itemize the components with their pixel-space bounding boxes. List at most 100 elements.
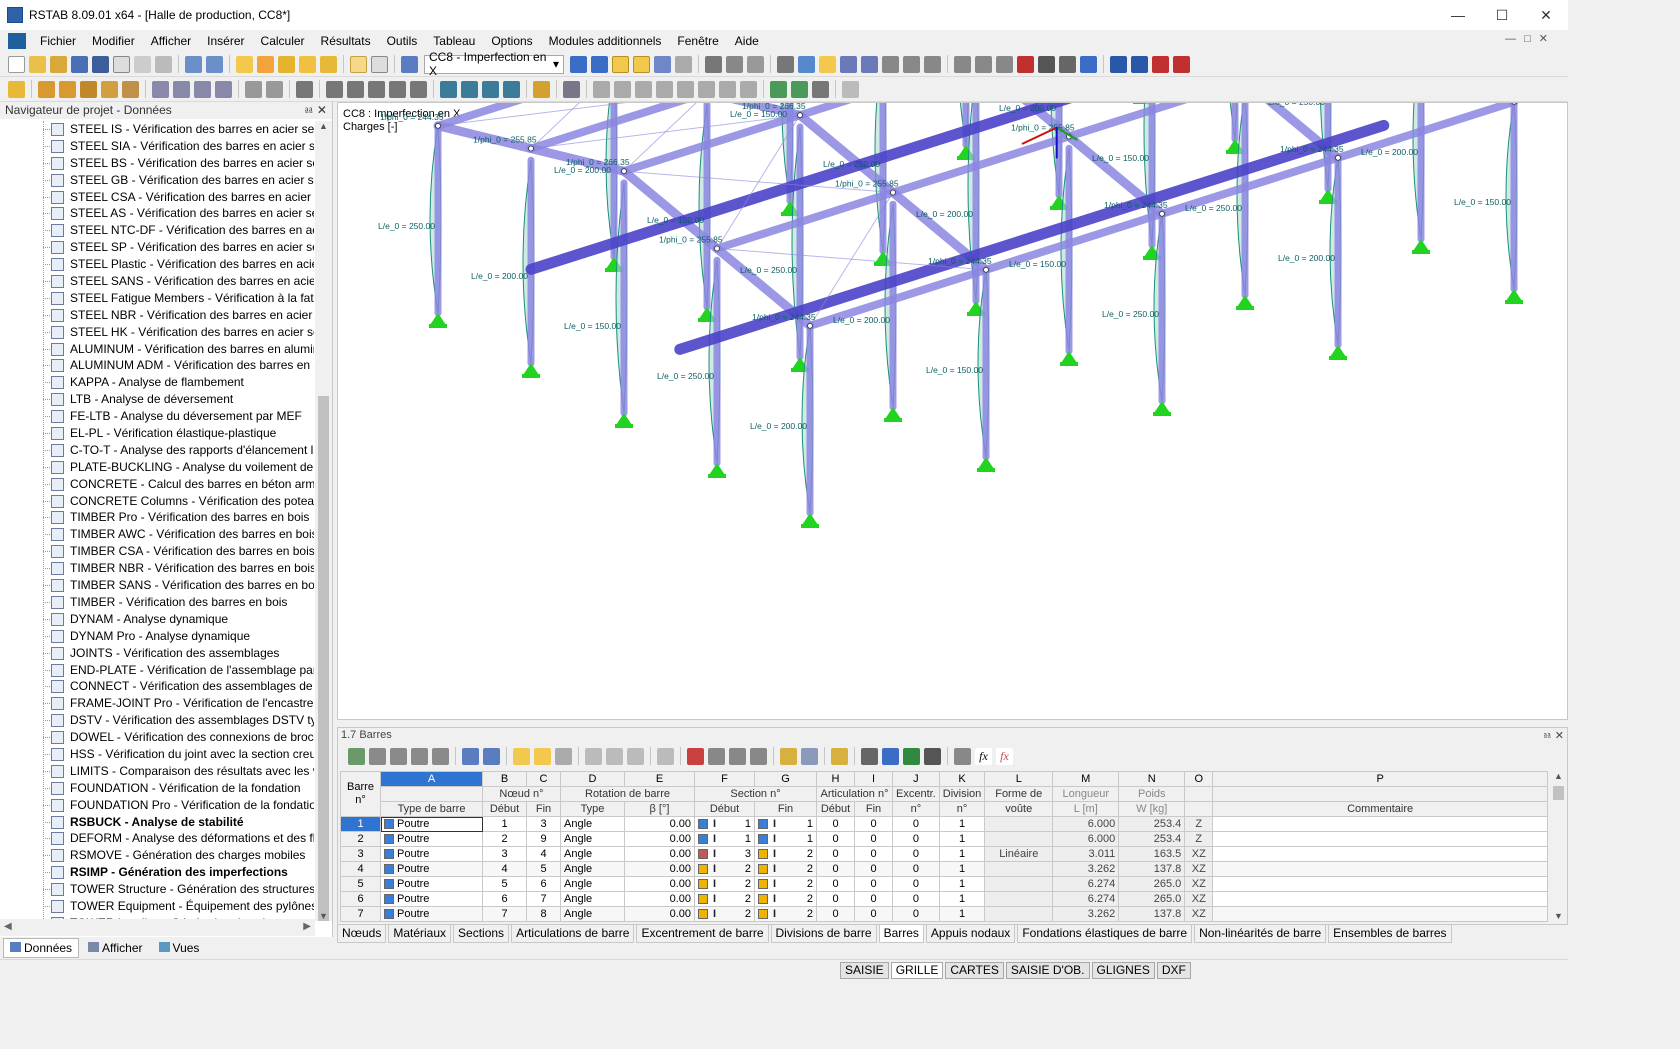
row-insert-icon[interactable] <box>585 747 602 765</box>
table-sync-icon[interactable] <box>513 747 530 765</box>
menu-outils[interactable]: Outils <box>379 31 426 51</box>
table-tab[interactable]: Ensembles de barres <box>1328 925 1452 943</box>
table-tab[interactable]: Nœuds <box>337 925 387 943</box>
row-delete-icon[interactable] <box>657 747 674 765</box>
member-type-cell[interactable]: Poutre <box>380 816 483 832</box>
table-tab[interactable]: Matériaux <box>388 925 452 943</box>
section-end-cell[interactable]: I2 <box>754 876 817 892</box>
maximize-icon[interactable]: ☐ <box>1480 0 1524 30</box>
nav-item[interactable]: STEEL SP - Vérification des barres en ac… <box>0 239 314 256</box>
force-vz-icon[interactable] <box>635 80 652 98</box>
table-filter-icon[interactable] <box>369 747 386 765</box>
view-x-icon[interactable] <box>903 55 920 73</box>
nav-item[interactable]: TIMBER CSA - Vérification des barres en … <box>0 543 314 560</box>
node-start-cell[interactable]: 4 <box>482 861 527 877</box>
redo-icon[interactable] <box>206 55 223 73</box>
graphics-viewport[interactable]: CC8 : Imperfection en X Charges [-] 1/ph… <box>337 102 1568 720</box>
save-all-icon[interactable] <box>71 55 88 73</box>
member-type-cell[interactable]: Poutre <box>380 891 483 907</box>
cut-icon[interactable] <box>708 747 725 765</box>
section-end-cell[interactable]: I2 <box>754 891 817 907</box>
comment-cell[interactable] <box>1212 861 1548 877</box>
row-number[interactable]: 2 <box>340 831 381 847</box>
formula-icon[interactable]: fx <box>975 747 992 765</box>
menu-aide[interactable]: Aide <box>727 31 767 51</box>
nav-item[interactable]: STEEL Plastic - Vérification des barres … <box>0 256 314 273</box>
line-icon[interactable] <box>38 80 55 98</box>
render-icon[interactable] <box>726 55 743 73</box>
rotate-icon[interactable] <box>975 55 992 73</box>
hinge-start-cell[interactable]: 0 <box>816 846 855 862</box>
menu-tableau[interactable]: Tableau <box>425 31 483 51</box>
load-icon[interactable] <box>152 80 169 98</box>
taper-cell[interactable] <box>984 816 1054 832</box>
member-type-cell[interactable]: Poutre <box>380 831 483 847</box>
comment-cell[interactable] <box>1212 876 1548 892</box>
guideline-icon[interactable] <box>296 80 313 98</box>
menu-modifier[interactable]: Modifier <box>84 31 143 51</box>
pin-close-table-icon[interactable]: ⎂ ✕ <box>1543 729 1564 742</box>
target-icon[interactable] <box>278 55 295 73</box>
measure-icon[interactable] <box>954 55 971 73</box>
section-end-cell[interactable]: I1 <box>754 816 817 832</box>
node-start-cell[interactable]: 5 <box>482 876 527 892</box>
grid-icon[interactable] <box>747 55 764 73</box>
member-type-cell[interactable]: Poutre <box>380 876 483 892</box>
table-tab[interactable]: Excentrement de barre <box>636 925 769 943</box>
col-f[interactable]: F <box>694 771 755 787</box>
col-k[interactable]: K <box>938 771 986 787</box>
row-number[interactable]: 3 <box>340 846 381 862</box>
taper-cell[interactable] <box>984 891 1054 907</box>
node-end-cell[interactable]: 8 <box>526 906 561 922</box>
scroll-thumb[interactable] <box>318 396 329 921</box>
nav-item[interactable]: FE-LTB - Analyse du déversement par MEF <box>0 408 314 425</box>
axis-z-icon[interactable] <box>482 80 499 98</box>
nav-item[interactable]: LTB - Analyse de déversement <box>0 391 314 408</box>
nav-item[interactable]: JOINTS - Vérification des assemblages <box>0 645 314 662</box>
table-scrollbar[interactable]: ▲ ▼ <box>1550 771 1567 921</box>
table-prev-icon[interactable] <box>462 747 479 765</box>
view-icon[interactable] <box>705 55 722 73</box>
division-cell[interactable]: 1 <box>938 891 986 907</box>
taper-cell[interactable] <box>984 876 1054 892</box>
nav-item[interactable]: RSMOVE - Génération des charges mobiles <box>0 847 314 864</box>
hinge-icon[interactable] <box>122 80 139 98</box>
eccentricity-cell[interactable]: 0 <box>892 861 940 877</box>
prev-icon[interactable] <box>570 55 587 73</box>
division-cell[interactable]: 1 <box>938 831 986 847</box>
rotation-type-cell[interactable]: Angle <box>560 816 625 832</box>
camera-icon[interactable] <box>1059 55 1076 73</box>
menu-options[interactable]: Options <box>483 31 540 51</box>
nav-item[interactable]: STEEL NBR - Vérification des barres en a… <box>0 307 314 324</box>
table-import-icon[interactable] <box>432 747 449 765</box>
comment-cell[interactable] <box>1212 831 1548 847</box>
table-row[interactable]: 7 Poutre 7 8 Angle 0.00 I 2 I 2 0 0 0 1 3.262 137.8 XZ <box>340 906 1548 922</box>
nav-item[interactable]: C-TO-T - Analyse des rapports d'élanceme… <box>0 442 314 459</box>
row-number[interactable]: 6 <box>340 891 381 907</box>
status-toggle[interactable]: DXF <box>1156 962 1191 979</box>
nav-item[interactable]: CONCRETE - Calcul des barres en béton ar… <box>0 476 314 493</box>
menu-inserer[interactable]: Insérer <box>199 31 252 51</box>
hinge-end-cell[interactable]: 0 <box>854 816 893 832</box>
table-select-icon[interactable] <box>534 747 551 765</box>
print-icon[interactable] <box>113 55 130 73</box>
nav-item[interactable]: DSTV - Vérification des assemblages DSTV… <box>0 712 314 729</box>
col-a[interactable]: A <box>380 771 483 787</box>
nav-item[interactable]: CONCRETE Columns - Vérification des pote… <box>0 493 314 510</box>
col-n[interactable]: N <box>1118 771 1186 787</box>
taper-cell[interactable] <box>984 906 1054 922</box>
hinge-start-cell[interactable]: 0 <box>816 816 855 832</box>
eccentricity-cell[interactable]: 0 <box>892 816 940 832</box>
col-e[interactable]: E <box>624 771 695 787</box>
table-tab[interactable]: Articulations de barre <box>511 925 635 943</box>
nav-item[interactable]: DOWEL - Vérification des connexions de b… <box>0 729 314 746</box>
node-start-cell[interactable]: 1 <box>482 816 527 832</box>
section-end-cell[interactable]: I2 <box>754 861 817 877</box>
node-icon[interactable] <box>840 55 857 73</box>
nav-item[interactable]: RSIMP - Génération des imperfections <box>0 864 314 881</box>
nav-item[interactable]: CONNECT - Vérification des assemblages d… <box>0 678 314 695</box>
node-start-cell[interactable]: 6 <box>482 891 527 907</box>
pan-icon[interactable] <box>996 55 1013 73</box>
section-end-cell[interactable]: I2 <box>754 906 817 922</box>
nav-item[interactable]: STEEL HK - Vérification des barres en ac… <box>0 324 314 341</box>
